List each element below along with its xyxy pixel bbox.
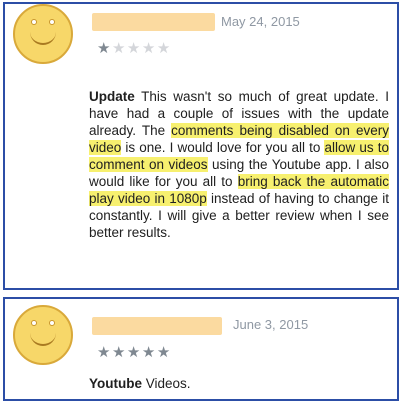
star-empty-icon: ★ — [156, 40, 172, 57]
review-card: June 3, 2015 ★★★★★ Youtube Videos. — [3, 297, 399, 401]
review-title: Youtube — [89, 376, 142, 391]
review-date: May 24, 2015 — [221, 14, 300, 29]
star-filled-icon: ★ — [126, 344, 142, 361]
avatar-eye-right — [49, 320, 55, 326]
avatar-eye-right — [49, 19, 55, 25]
star-empty-icon: ★ — [141, 40, 157, 57]
star-filled-icon: ★ — [97, 40, 112, 57]
avatar-eye-left — [31, 320, 37, 326]
review-card: May 24, 2015 ★★★★★ Update This wasn't so… — [3, 2, 399, 290]
smiley-avatar-icon — [13, 305, 73, 365]
smiley-avatar-icon — [13, 4, 73, 64]
redacted-reviewer-name — [92, 13, 215, 31]
review-title: Update — [89, 89, 135, 104]
avatar-eye-left — [31, 19, 37, 25]
review-text-segment: is one. I would love for you all to — [121, 140, 325, 155]
review-text: Youtube Videos. — [89, 375, 389, 392]
star-empty-icon: ★ — [111, 40, 127, 57]
review-text-segment: Videos. — [142, 376, 191, 391]
star-filled-icon: ★ — [141, 344, 157, 361]
star-filled-icon: ★ — [97, 344, 112, 361]
star-filled-icon: ★ — [156, 344, 172, 361]
star-rating: ★★★★★ — [97, 39, 172, 57]
review-date: June 3, 2015 — [233, 317, 309, 332]
star-filled-icon: ★ — [111, 344, 127, 361]
star-rating: ★★★★★ — [97, 343, 172, 361]
review-text: Update This wasn't so much of great upda… — [89, 88, 389, 241]
avatar-smile — [30, 329, 56, 346]
avatar-smile — [30, 28, 56, 45]
star-empty-icon: ★ — [126, 40, 142, 57]
redacted-reviewer-name — [92, 317, 222, 335]
